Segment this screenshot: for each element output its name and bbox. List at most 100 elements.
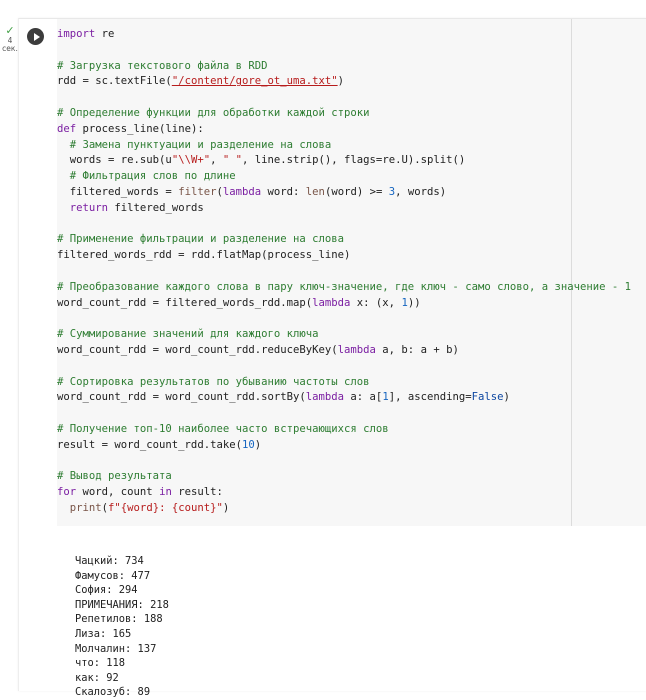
- code-token: word_count_rdd = word_count_rdd.sortBy(: [57, 391, 306, 404]
- output-line: что: 118: [75, 657, 126, 670]
- code-line: # Суммирование значений для каждого ключ…: [57, 327, 631, 343]
- code-token: in: [159, 486, 172, 499]
- code-token: result = word_count_rdd.take(: [57, 438, 242, 451]
- execution-time: 4 сек.: [2, 37, 18, 53]
- output-line: как: 92: [75, 671, 119, 684]
- code-token: # Получение топ-10 наиболее часто встреч…: [57, 422, 389, 435]
- code-token: f"{word}: {count}": [108, 501, 223, 514]
- output-line: Репетилов: 188: [75, 613, 163, 626]
- code-token: ): [222, 501, 230, 514]
- code-token: re: [95, 28, 115, 40]
- code-token: , line.strip(), flags=re.U).split(): [242, 154, 466, 167]
- code-token: lambda: [337, 343, 376, 356]
- code-token: "/content/gore_ot_uma.txt": [171, 75, 338, 88]
- output-line: София: 294: [75, 584, 138, 597]
- code-line: # Замена пунктуации и разделение на слов…: [57, 138, 631, 154]
- code-line: word_count_rdd = word_count_rdd.reduceBy…: [57, 343, 631, 359]
- code-editor[interactable]: import re # Загрузка текстового файла в …: [57, 19, 646, 526]
- code-cell: import re # Загрузка текстового файла в …: [18, 18, 646, 698]
- code-token: word_count_rdd = filtered_words_rdd.map(: [57, 296, 313, 309]
- code-lines: import re # Загрузка текстового файла в …: [57, 27, 631, 517]
- code-token: "\\W+": [171, 154, 211, 167]
- code-line: # Получение топ-10 наиболее часто встреч…: [57, 422, 631, 438]
- code-token: rdd = sc.textFile(: [57, 75, 172, 88]
- code-token: word:: [261, 185, 306, 198]
- execution-time-unit: сек.: [2, 44, 18, 53]
- code-token: word, count: [76, 486, 160, 499]
- code-token: ): [254, 438, 262, 451]
- code-token: filtered_words_rdd = rdd.flatMap(process…: [57, 249, 351, 262]
- code-line: # Вывод результата: [57, 469, 631, 485]
- code-token: # Замена пунктуации и разделение на слов…: [57, 138, 332, 151]
- run-cell-button[interactable]: [27, 28, 44, 45]
- code-line: filtered_words_rdd = rdd.flatMap(process…: [57, 248, 631, 264]
- code-token: )): [407, 296, 421, 309]
- code-token: ): [337, 75, 345, 88]
- output-line: ПРИМЕЧАНИЯ: 218: [75, 598, 169, 611]
- code-line: import re: [57, 27, 631, 43]
- cell-output: Чацкий: 734 Фамусов: 477 София: 294 ПРИМЕЧА…: [75, 554, 635, 700]
- code-token: import: [57, 28, 96, 40]
- code-line: words = re.sub(u"\\W+", " ", line.strip(…: [57, 153, 631, 169]
- code-token: # Определение функции для обработки кажд…: [57, 106, 370, 119]
- code-token: lambda: [312, 296, 351, 309]
- output-line: Молчалин: 137: [75, 642, 157, 655]
- code-token: # Преобразование каждого слова в пару кл…: [57, 280, 632, 293]
- code-line: rdd = sc.textFile("/content/gore_ot_uma.…: [57, 74, 631, 90]
- code-token: x: (x,: [350, 296, 402, 309]
- code-line: # Преобразование каждого слова в пару кл…: [57, 280, 631, 296]
- code-token: , words): [395, 185, 447, 198]
- code-token: process_line(line):: [76, 122, 204, 135]
- code-token: # Суммирование значений для каждого ключ…: [57, 328, 319, 341]
- code-token: filtered_words =: [57, 185, 179, 198]
- code-token: " ": [222, 154, 242, 167]
- code-token: False: [471, 391, 504, 404]
- code-token: ], ascending=: [388, 391, 472, 404]
- code-token: filter: [178, 185, 217, 198]
- code-token: return: [69, 201, 109, 214]
- output-line: Чацкий: 734: [75, 555, 144, 567]
- code-token: # Сортировка результатов по убыванию час…: [57, 375, 370, 388]
- code-token: for: [57, 486, 77, 499]
- output-line: Фамусов: 477: [75, 569, 151, 582]
- code-line: def process_line(line):: [57, 122, 631, 138]
- code-line: # Загрузка текстового файла в RDD: [57, 59, 631, 75]
- code-line: # Применение фильтрации и разделение на …: [57, 232, 631, 248]
- code-token: # Загрузка текстового файла в RDD: [57, 59, 268, 72]
- code-line: word_count_rdd = word_count_rdd.sortBy(l…: [57, 390, 631, 406]
- code-token: ): [503, 391, 510, 404]
- code-token: # Применение фильтрации и разделение на …: [57, 233, 345, 246]
- code-line: return filtered_words: [57, 201, 631, 217]
- code-line: word_count_rdd = filtered_words_rdd.map(…: [57, 296, 631, 312]
- code-token: a: a[: [344, 391, 383, 404]
- code-token: len: [305, 185, 325, 198]
- code-token: word_count_rdd = word_count_rdd.reduceBy…: [57, 343, 338, 356]
- code-token: filtered_words: [108, 201, 204, 214]
- code-token: # Фильтрация слов по длине: [57, 170, 236, 183]
- code-token: lambda: [305, 391, 345, 404]
- output-line: Лиза: 165: [75, 627, 132, 640]
- code-token: lambda: [222, 185, 262, 198]
- code-token: words = re.sub(u: [57, 154, 172, 167]
- code-line: for word, count in result:: [57, 485, 631, 501]
- code-line: # Сортировка результатов по убыванию час…: [57, 375, 631, 391]
- code-line: # Определение функции для обработки кажд…: [57, 106, 631, 122]
- code-token: a, b: a + b): [375, 343, 459, 356]
- cell-status-gutter: ✓ 4 сек.: [0, 0, 18, 693]
- code-line: filtered_words = filter(lambda word: len…: [57, 185, 631, 201]
- code-token: # Вывод результата: [57, 470, 172, 483]
- check-icon: ✓: [5, 24, 15, 37]
- code-token: print: [69, 501, 102, 514]
- code-token: def: [57, 122, 77, 135]
- play-icon: [33, 32, 40, 41]
